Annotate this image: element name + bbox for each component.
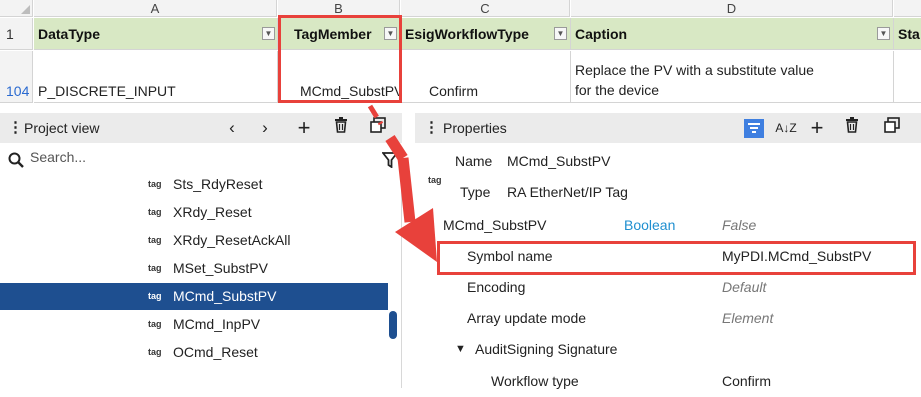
- prop-value[interactable]: Element: [722, 303, 773, 334]
- nav-forward-icon[interactable]: ›: [257, 113, 273, 143]
- prop-label: Encoding: [467, 279, 526, 295]
- tag-type-icon: tag: [148, 319, 162, 329]
- tag-type-icon: tag: [148, 207, 162, 217]
- properties-title: Properties: [443, 120, 507, 136]
- header-esigworkflowtype-label: EsigWorkflowType: [405, 26, 529, 42]
- column-header-e[interactable]: [894, 0, 921, 17]
- add-icon[interactable]: +: [807, 113, 827, 143]
- cell-tagmember[interactable]: MCmd_SubstPV: [278, 51, 401, 103]
- header-esigworkflowtype[interactable]: EsigWorkflowType ▼: [401, 18, 571, 50]
- nav-back-icon[interactable]: ‹: [224, 113, 240, 143]
- project-view-title: Project view: [24, 120, 100, 136]
- header-caption-label: Caption: [575, 26, 628, 42]
- tree-item-label: OCmd_Reset: [173, 344, 258, 360]
- add-icon[interactable]: +: [294, 113, 314, 143]
- prop-name-label: Name: [455, 153, 493, 169]
- prop-label: Symbol name: [467, 248, 553, 264]
- tree-item-label: MCmd_SubstPV: [173, 288, 277, 304]
- tag-type-icon: tag: [148, 235, 162, 245]
- prop-row-symbol-name[interactable]: Symbol name MyPDI.MCmd_SubstPV: [415, 241, 921, 272]
- tag-node-row[interactable]: ▼ MCmd_SubstPV Boolean False: [415, 210, 921, 241]
- tree-item-label: MCmd_InpPV: [173, 316, 261, 332]
- prop-name-row: Name MCmd_SubstPV: [415, 149, 921, 173]
- project-view-panel: ⋮ Project view ‹ › + Search... tag Sts_Rd…: [0, 113, 402, 388]
- panel-grip-icon[interactable]: ⋮: [8, 113, 23, 143]
- header-caption[interactable]: Caption ▼: [571, 18, 894, 50]
- expand-caret-icon[interactable]: ▼: [455, 334, 466, 365]
- tree-item-mcmd-inppv[interactable]: tag MCmd_InpPV: [0, 311, 388, 338]
- delete-icon[interactable]: [843, 113, 861, 143]
- prop-name-value: MCmd_SubstPV: [507, 153, 611, 169]
- prop-value[interactable]: Default: [722, 272, 766, 303]
- tree-item-mcmd-substpv[interactable]: tag MCmd_SubstPV: [0, 283, 388, 310]
- prop-row-encoding[interactable]: Encoding Default: [415, 272, 921, 303]
- tree-item-ocmd-reset[interactable]: tag OCmd_Reset: [0, 339, 388, 366]
- spreadsheet: A B C D 1 DataType ▼ TagMember ▼ EsigWor…: [0, 0, 921, 108]
- filter-dropdown-icon[interactable]: ▼: [554, 27, 567, 40]
- filter-list-icon[interactable]: [744, 119, 764, 138]
- filter-active-icon[interactable]: ▼: [262, 27, 275, 40]
- tree-item-label: XRdy_ResetAckAll: [173, 232, 291, 248]
- prop-label: Workflow type: [491, 373, 579, 389]
- cell-status[interactable]: [894, 51, 921, 103]
- prop-row-workflow-type[interactable]: Workflow type Confirm: [415, 366, 921, 397]
- row-header-104[interactable]: 104: [0, 51, 33, 103]
- column-header-c[interactable]: C: [401, 0, 570, 17]
- tag-type-icon: tag: [148, 347, 162, 357]
- copy-window-icon[interactable]: [369, 113, 387, 143]
- header-status[interactable]: Sta: [894, 18, 921, 50]
- search-bar[interactable]: Search...: [0, 143, 402, 171]
- tag-node-name: MCmd_SubstPV: [443, 217, 547, 233]
- header-tagmember[interactable]: TagMember ▼: [278, 18, 401, 50]
- tree-scrollbar-thumb[interactable]: [389, 311, 397, 339]
- column-header-d[interactable]: D: [571, 0, 893, 17]
- tree-item-xrdy-reset[interactable]: tag XRdy_Reset: [0, 199, 388, 226]
- prop-type-label: Type: [460, 184, 491, 200]
- select-all-corner[interactable]: [0, 0, 33, 17]
- tree-item-mset-substpv[interactable]: tag MSet_SubstPV: [0, 255, 388, 282]
- project-view-header: ⋮ Project view ‹ › +: [0, 113, 402, 143]
- delete-icon[interactable]: [332, 113, 350, 143]
- filter-dropdown-icon[interactable]: ▼: [877, 27, 890, 40]
- tree-item-label: Sts_RdyReset: [173, 176, 263, 192]
- section-title: AuditSigning Signature: [475, 341, 618, 357]
- tag-node-value: False: [722, 217, 757, 233]
- tag-node-datatype: Boolean: [624, 217, 676, 233]
- caption-line-1: Replace the PV with a substitute value: [575, 62, 814, 78]
- header-datatype-label: DataType: [38, 26, 100, 42]
- tree-item-sts-rdyreset[interactable]: tag Sts_RdyReset: [0, 171, 388, 198]
- expand-caret-icon[interactable]: ▼: [424, 210, 435, 241]
- sort-az-icon[interactable]: A↓Z: [771, 113, 801, 143]
- prop-type-row: Type RA EtherNet/IP Tag: [415, 180, 921, 204]
- properties-header: ⋮ Properties A↓Z +: [415, 113, 921, 143]
- cell-datatype[interactable]: P_DISCRETE_INPUT: [34, 51, 278, 103]
- panel-grip-icon[interactable]: ⋮: [424, 113, 439, 143]
- search-placeholder: Search...: [30, 149, 87, 165]
- tag-type-icon: tag: [148, 263, 162, 273]
- tree-item-label: MSet_SubstPV: [173, 260, 268, 276]
- cell-workflow[interactable]: Confirm: [401, 51, 571, 103]
- cell-caption[interactable]: Replace the PV with a substitute value f…: [571, 51, 894, 103]
- prop-label: Array update mode: [467, 310, 587, 326]
- tag-type-icon: tag: [148, 291, 162, 301]
- copy-window-icon[interactable]: [883, 113, 901, 143]
- tree-item-label: XRdy_Reset: [173, 204, 252, 220]
- prop-value[interactable]: MyPDI.MCmd_SubstPV: [722, 241, 871, 272]
- tag-type-icon: tag: [148, 179, 162, 189]
- row-header-1[interactable]: 1: [0, 18, 33, 50]
- prop-type-value: RA EtherNet/IP Tag: [507, 184, 628, 200]
- column-header-a[interactable]: A: [34, 0, 277, 17]
- prop-value[interactable]: Confirm: [722, 366, 771, 397]
- prop-row-array-update-mode[interactable]: Array update mode Element: [415, 303, 921, 334]
- header-datatype[interactable]: DataType ▼: [34, 18, 278, 50]
- tree-item-xrdy-resetackall[interactable]: tag XRdy_ResetAckAll: [0, 227, 388, 254]
- column-header-b[interactable]: B: [278, 0, 400, 17]
- filter-dropdown-icon[interactable]: ▼: [384, 27, 397, 40]
- header-tagmember-label: TagMember: [294, 26, 372, 42]
- caption-line-2: for the device: [575, 82, 660, 98]
- section-auditsigning[interactable]: ▼ AuditSigning Signature: [415, 334, 921, 365]
- properties-panel: ⋮ Properties A↓Z + tag Name MCmd_SubstPV…: [415, 113, 921, 389]
